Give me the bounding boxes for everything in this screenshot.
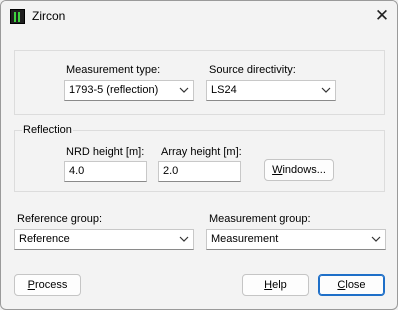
measurement-group-value: Measurement (211, 233, 279, 245)
nrd-height-label: NRD height [m]: (66, 146, 145, 158)
measurement-group-select[interactable]: Measurement (206, 229, 386, 250)
help-button[interactable]: Help (242, 274, 309, 296)
chevron-down-icon (371, 236, 381, 242)
measurement-type-label: Measurement type: (66, 64, 161, 76)
close-button[interactable]: Close (318, 274, 385, 296)
chevron-down-icon (179, 236, 189, 242)
close-icon[interactable]: ✕ (372, 6, 392, 26)
windows-button[interactable]: Windows... (264, 159, 334, 181)
measurement-group-label: Measurement group: (209, 213, 311, 225)
array-height-input[interactable]: 2.0 (158, 161, 241, 182)
window-title: Zircon (32, 9, 66, 23)
source-directivity-select[interactable]: LS24 (206, 80, 336, 101)
process-button[interactable]: Process (14, 274, 81, 296)
source-directivity-value: LS24 (211, 84, 237, 96)
array-height-label: Array height [m]: (161, 146, 242, 158)
dialog-window: Zircon ✕ Measurement type: 1793-5 (refle… (0, 0, 398, 310)
chevron-down-icon (179, 87, 189, 93)
source-directivity-label: Source directivity: (209, 64, 296, 76)
title-bar: Zircon ✕ (1, 1, 397, 32)
chevron-down-icon (321, 87, 331, 93)
app-icon (10, 9, 25, 24)
reference-group-value: Reference (19, 233, 70, 245)
reflection-group-label: Reflection (22, 124, 73, 136)
reference-group-label: Reference group: (17, 213, 102, 225)
measurement-type-value: 1793-5 (reflection) (69, 84, 159, 96)
reference-group-select[interactable]: Reference (14, 229, 194, 250)
nrd-height-input[interactable]: 4.0 (64, 161, 147, 182)
measurement-type-select[interactable]: 1793-5 (reflection) (64, 80, 194, 101)
